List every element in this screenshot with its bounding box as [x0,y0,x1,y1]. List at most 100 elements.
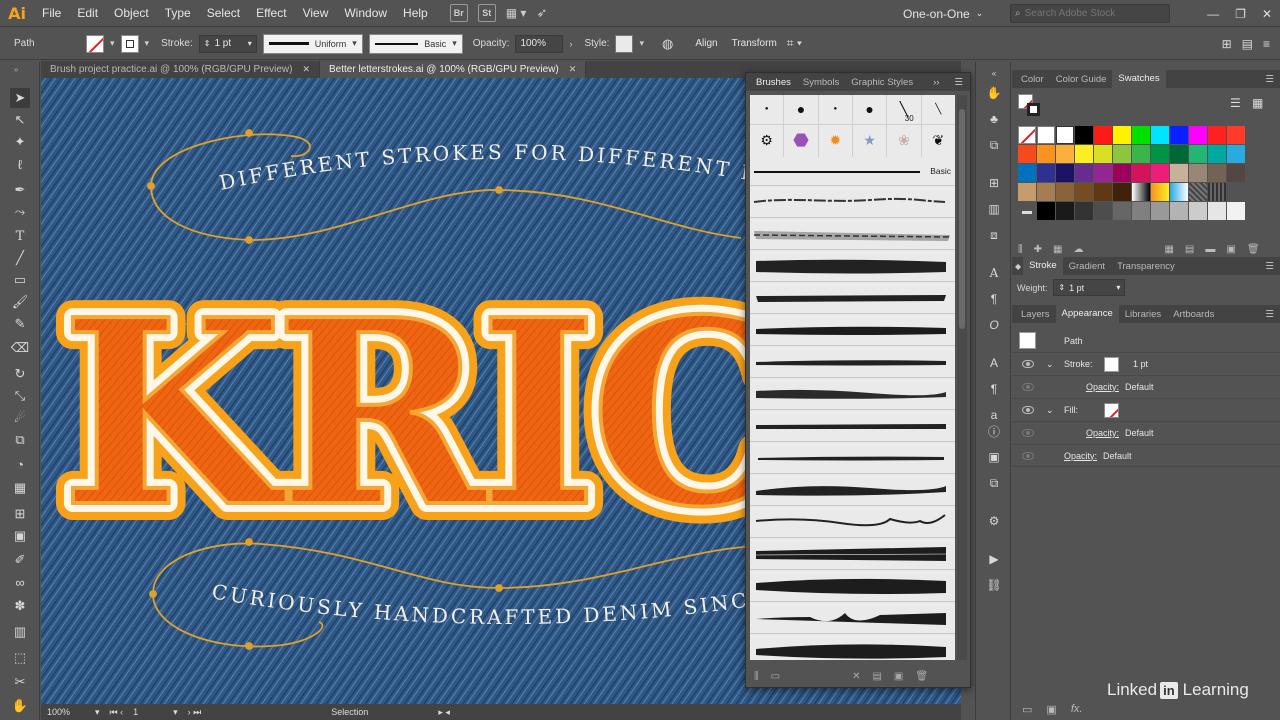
search-input[interactable] [1024,8,1155,19]
actions-play-icon[interactable]: ▶ [984,550,1004,568]
brush-charcoal-1[interactable] [750,219,955,250]
brush-tapered[interactable] [750,475,955,506]
add-new-fill-icon[interactable]: ▣ [1046,703,1056,716]
artboard-number[interactable]: 1 [133,707,163,717]
brush-libraries-icon[interactable]: ⫼ [754,671,759,682]
graphic-style-swatch[interactable] [615,34,634,53]
stroke-label[interactable]: Stroke: [161,38,193,49]
status-tool[interactable]: Selection [331,707,368,717]
swatch[interactable] [1151,202,1169,220]
tab-artboards[interactable]: Artboards [1167,309,1220,320]
swatch[interactable] [1018,145,1036,163]
recolor-artwork-icon[interactable]: ◍ [662,36,673,52]
opentype-panel-icon[interactable]: O [984,316,1004,334]
appearance-object-row[interactable]: Path [1012,329,1280,352]
menu-file[interactable]: File [34,0,69,27]
swatch-libraries-icon[interactable]: ⫼ [1018,244,1023,255]
transform-panel-icon[interactable]: ⧈ [984,226,1004,244]
purple-blob-brush-icon[interactable]: ⬣ [784,124,818,157]
swatch[interactable] [1189,145,1207,163]
swatch[interactable] [1037,183,1055,201]
info-icon[interactable]: ⓘ [984,422,1004,440]
paintbrush-tool-icon[interactable]: 🖌 [10,292,30,312]
brush-dry-ink-2[interactable] [750,283,955,314]
close-icon[interactable]: ✕ [569,64,577,75]
swatch[interactable] [1151,164,1169,182]
curvature-tool-icon[interactable]: ⤳ [10,202,30,222]
tab-brushes[interactable]: Brushes [750,77,797,88]
brush-calligraphic-6[interactable]: ╲ [921,95,955,124]
swatch[interactable] [1075,145,1093,163]
rotate-tool-icon[interactable]: ↻ [10,364,30,384]
swatch[interactable] [1113,202,1131,220]
sun-scatter-brush-icon[interactable]: ✹ [818,124,852,157]
object-opacity-label[interactable]: Opacity: [1064,451,1097,461]
swatch[interactable] [1056,183,1074,201]
asset-export-icon[interactable]: ⧉ [984,136,1004,154]
swatch[interactable] [1151,126,1169,144]
color-group-folder-icon[interactable]: ▬ [1018,202,1036,220]
blend-tool-icon[interactable]: ∞ [10,572,30,592]
workspace-switcher[interactable]: One-on-One ⌄ [903,0,983,27]
flower-scatter-brush-icon[interactable]: ❀ [887,124,921,157]
menu-help[interactable]: Help [395,0,436,27]
cloud-icon[interactable]: ☁ [1073,244,1083,255]
gear-scatter-brush-icon[interactable]: ⚙ [750,124,784,157]
tab-layers[interactable]: Layers [1015,309,1056,320]
scale-tool-icon[interactable]: ⤡ [10,386,30,406]
visibility-eye-icon[interactable] [1022,429,1034,437]
swatch-black[interactable] [1075,126,1093,144]
pathfinder-icon[interactable]: ▥ [984,200,1004,218]
line-tool-icon[interactable]: ╱ [10,248,30,268]
swatch[interactable] [1094,202,1112,220]
panel-expand-icon[interactable]: ›› [933,77,939,88]
visibility-eye-icon[interactable] [1022,451,1034,460]
warp-tool-icon[interactable]: ☄ [10,408,30,428]
swatch[interactable] [1132,164,1150,182]
swatch[interactable] [1132,145,1150,163]
brush-dry-ink-1[interactable] [750,187,955,218]
brush-list-scrollbar[interactable] [957,95,967,660]
paragraph-panel-icon[interactable]: ¶ [984,290,1004,308]
swatch[interactable] [1113,164,1131,182]
chevron-down-icon[interactable]: ▾ [248,39,252,48]
character-styles-icon[interactable]: A [984,354,1004,372]
swatch[interactable] [1170,202,1188,220]
swatch-pattern[interactable] [1208,183,1226,201]
fill-color-swatch[interactable] [1104,402,1119,418]
artboard-nav-icon[interactable]: ⏮ ‹ [110,707,124,718]
swatch[interactable] [1170,126,1188,144]
chevron-down-icon[interactable]: ▾ [1116,283,1120,292]
gpu-rocket-icon[interactable]: ➶ [536,5,547,21]
align-panel-icon[interactable]: ⊞ [984,174,1004,192]
pen-tool-icon[interactable]: ✒ [10,180,30,200]
blob-brush-tool-icon[interactable]: ✎ [10,314,30,334]
menu-window[interactable]: Window [336,0,395,27]
isolate-object-icon[interactable]: ⌗ ▾ [787,36,802,51]
stroke-row-value[interactable]: 1 pt [1133,359,1148,369]
remove-stroke-icon[interactable]: ✕ [852,671,860,682]
expand-dock-icon[interactable]: « [984,64,1004,82]
appearance-stroke-row[interactable]: ⌄ Stroke: 1 pt [1012,352,1280,375]
close-icon[interactable]: ✕ [302,64,310,75]
touch-type-icon[interactable]: ✋ [984,84,1004,102]
swatch[interactable] [1075,164,1093,182]
brush-definition[interactable]: Basic ▾ [368,33,463,54]
fill-opacity-label[interactable]: Opacity: [1086,428,1119,438]
delete-brush-icon[interactable]: 🗑 [915,671,928,682]
brush-dry-ink-5[interactable] [750,411,955,442]
swatch[interactable] [1075,202,1093,220]
swatch[interactable] [1227,164,1245,182]
variable-width-profile[interactable]: Uniform ▾ [262,33,363,54]
free-transform-tool-icon[interactable]: ⧉ [10,430,30,450]
arrange-documents-icon[interactable]: ▦ ▾ [506,6,527,20]
minimize-icon[interactable]: — [1207,7,1219,21]
headline-lettering[interactable]: KRIC KRIC KRIC [44,248,810,581]
panel-arrange-icon[interactable]: ⊞ ▤ ≡ [1222,37,1270,51]
brush-bristle-2[interactable] [750,571,955,602]
stepper-icon[interactable]: ⇕ [1058,283,1065,292]
swatch[interactable] [1208,164,1226,182]
gradient-tool-icon[interactable]: ▣ [10,526,30,546]
document-info-icon[interactable]: ▣ [984,448,1004,466]
fill-swatch[interactable] [86,34,104,53]
